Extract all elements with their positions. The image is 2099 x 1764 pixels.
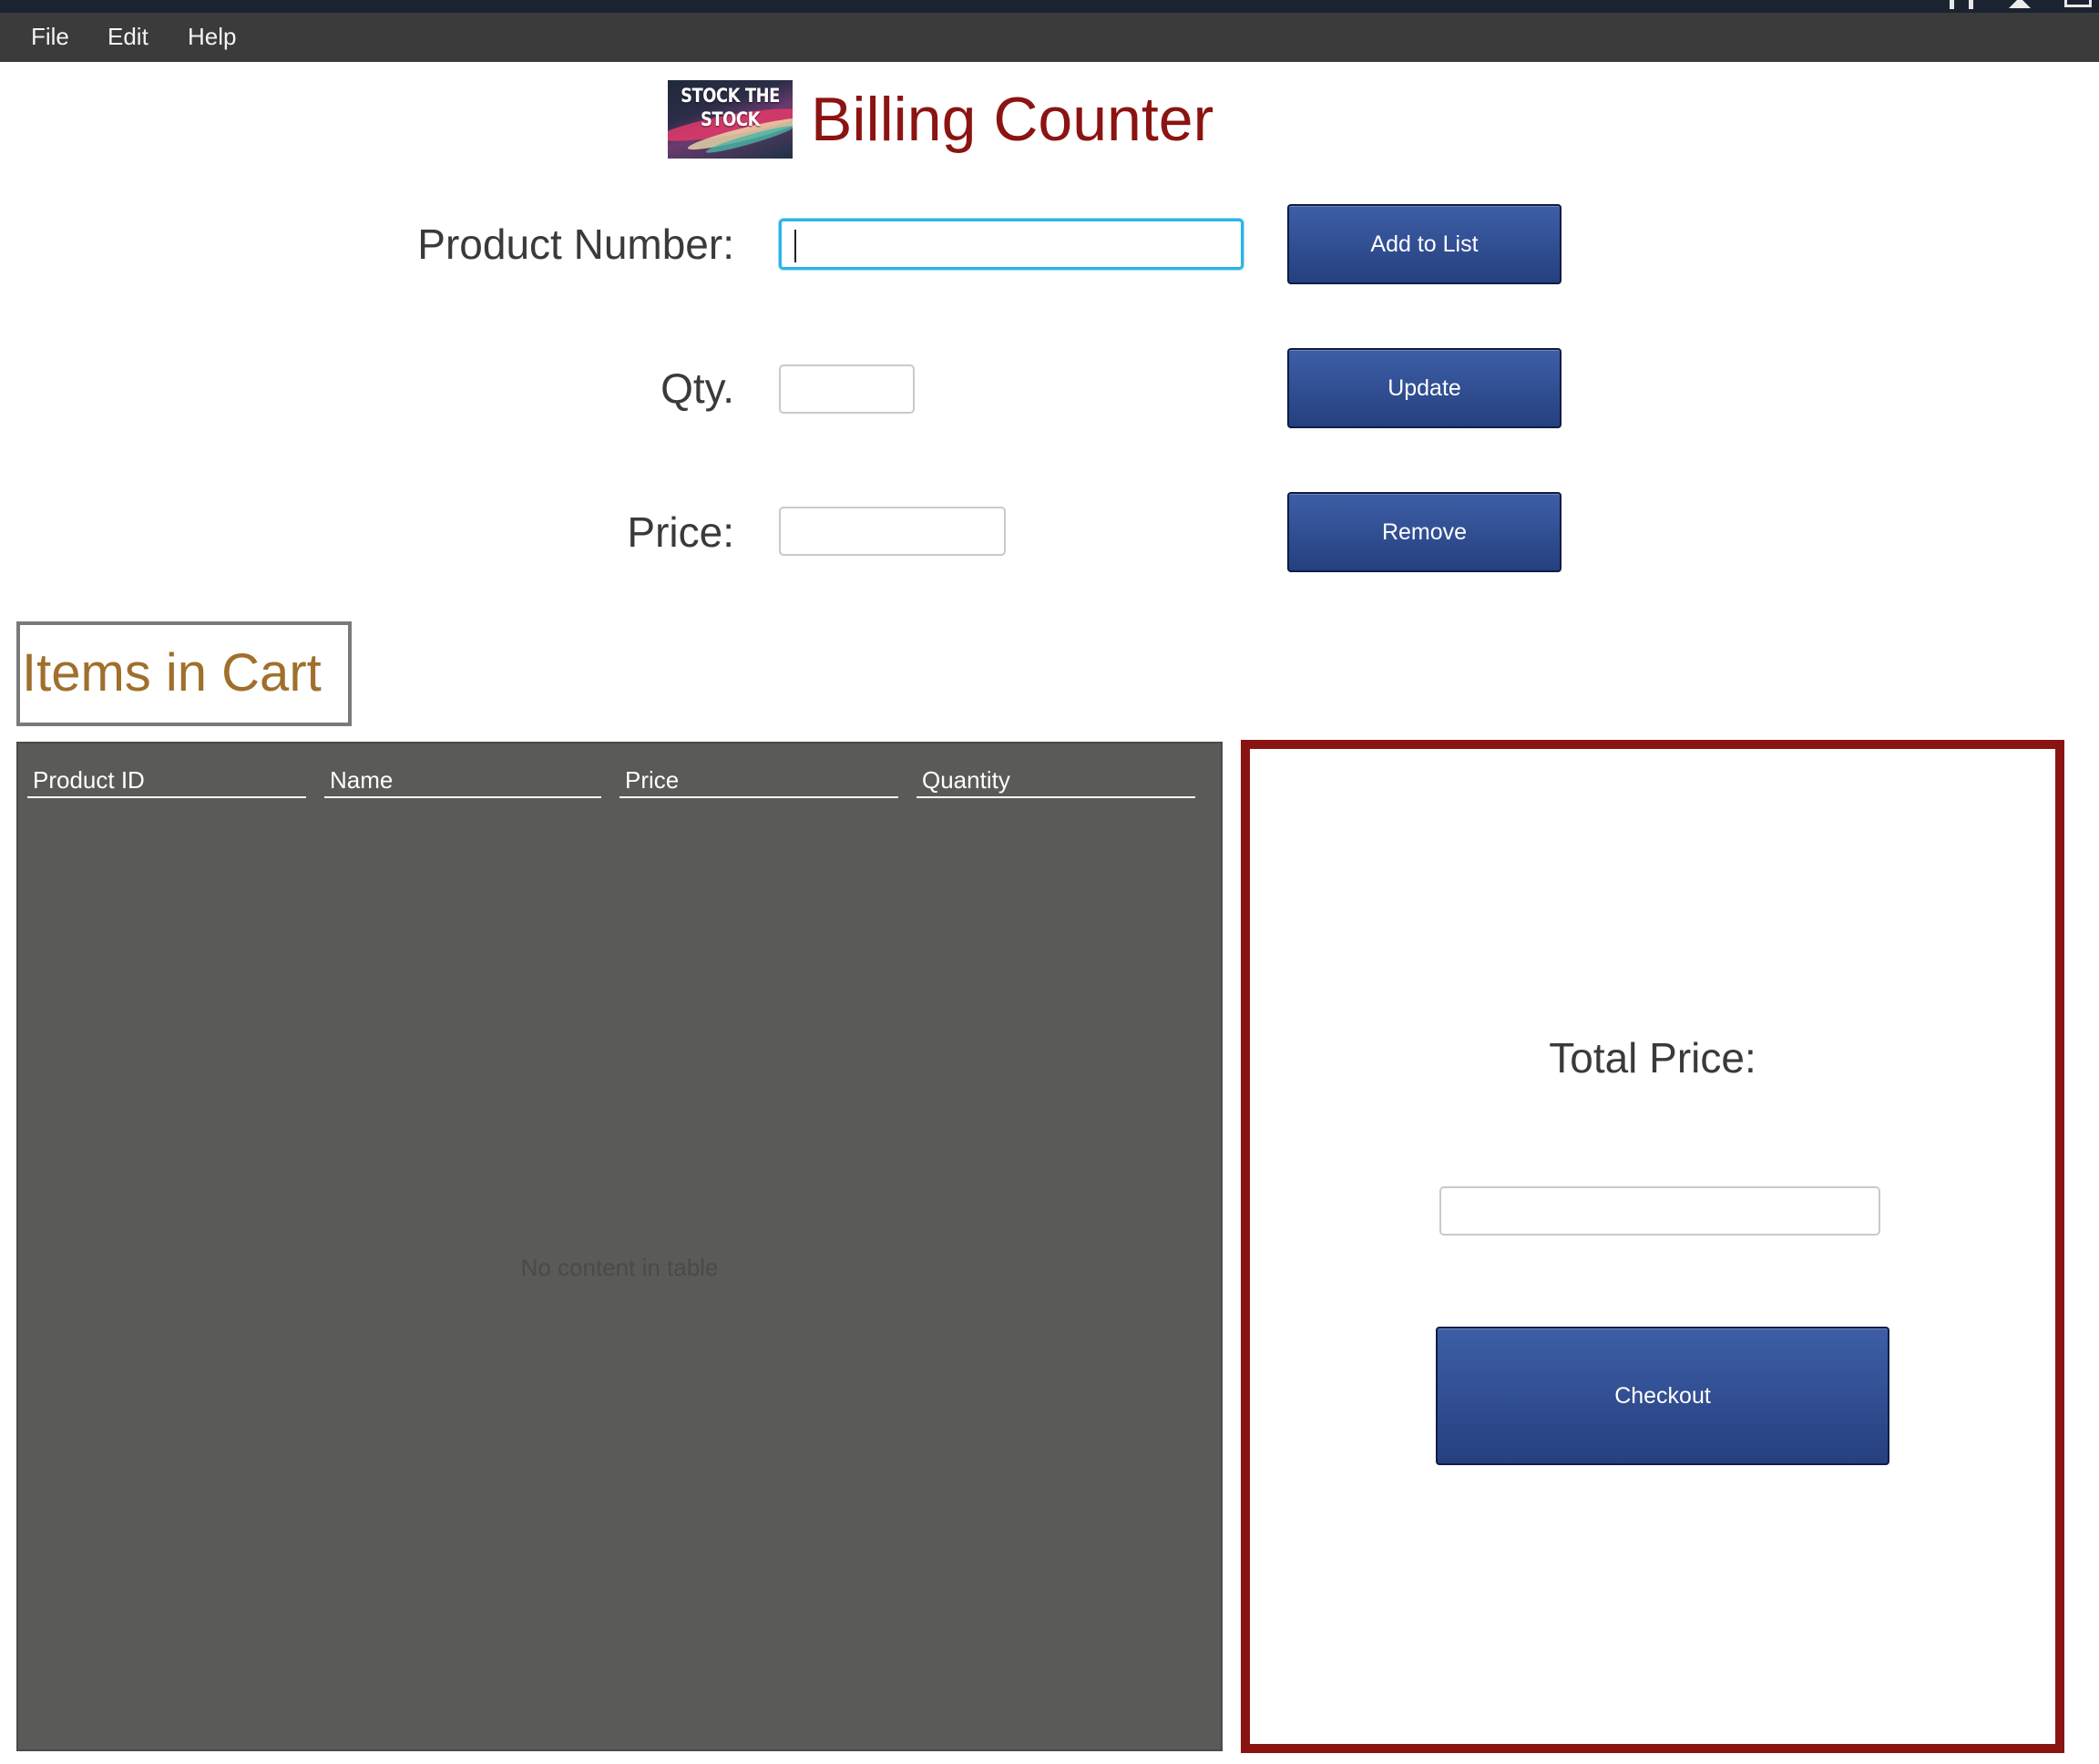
- menu-edit[interactable]: Edit: [108, 13, 148, 62]
- checkout-label: Checkout: [1614, 1382, 1711, 1409]
- total-price-field[interactable]: [1439, 1186, 1880, 1236]
- column-header-quantity[interactable]: Quantity: [916, 762, 1195, 798]
- logo-text: STOCK THE STOCK: [681, 85, 780, 130]
- remove-button[interactable]: Remove: [1287, 492, 1561, 572]
- column-header-product-id[interactable]: Product ID: [27, 762, 306, 798]
- product-number-label: Product Number:: [417, 220, 734, 268]
- page-title: Billing Counter: [811, 85, 1214, 154]
- menu-help[interactable]: Help: [188, 13, 236, 62]
- status-battery-icon: [2064, 0, 2092, 7]
- price-label: Price:: [627, 508, 734, 556]
- qty-label: Qty.: [660, 364, 734, 412]
- cart-heading: Items in Cart: [16, 621, 352, 726]
- update-label: Update: [1387, 374, 1461, 401]
- checkout-button[interactable]: Checkout: [1436, 1327, 1889, 1465]
- os-menu-strip: [0, 0, 2099, 13]
- product-number-input[interactable]: [779, 219, 1244, 270]
- status-m-icon: [1950, 0, 1973, 9]
- empty-table-placeholder: No content in table: [520, 1254, 719, 1281]
- remove-label: Remove: [1381, 518, 1468, 545]
- qty-input[interactable]: [779, 364, 915, 414]
- update-button[interactable]: Update: [1287, 348, 1561, 428]
- cart-table[interactable]: Product ID Name Price Quantity No conten…: [16, 742, 1223, 1751]
- text-caret: [794, 230, 796, 262]
- total-panel: Total Price: Checkout: [1241, 740, 2064, 1753]
- add-to-list-button[interactable]: Add to List: [1287, 204, 1561, 284]
- stock-the-stock-logo: STOCK THE STOCK: [668, 80, 793, 159]
- column-header-price[interactable]: Price: [619, 762, 898, 798]
- add-to-list-label: Add to List: [1370, 231, 1479, 257]
- menu-bar: File Edit Help: [0, 13, 2099, 62]
- status-triangle-icon: [2009, 0, 2031, 8]
- menu-file[interactable]: File: [31, 13, 69, 62]
- total-price-label: Total Price:: [1549, 1034, 1756, 1082]
- column-header-name[interactable]: Name: [324, 762, 601, 798]
- price-input[interactable]: [779, 507, 1006, 556]
